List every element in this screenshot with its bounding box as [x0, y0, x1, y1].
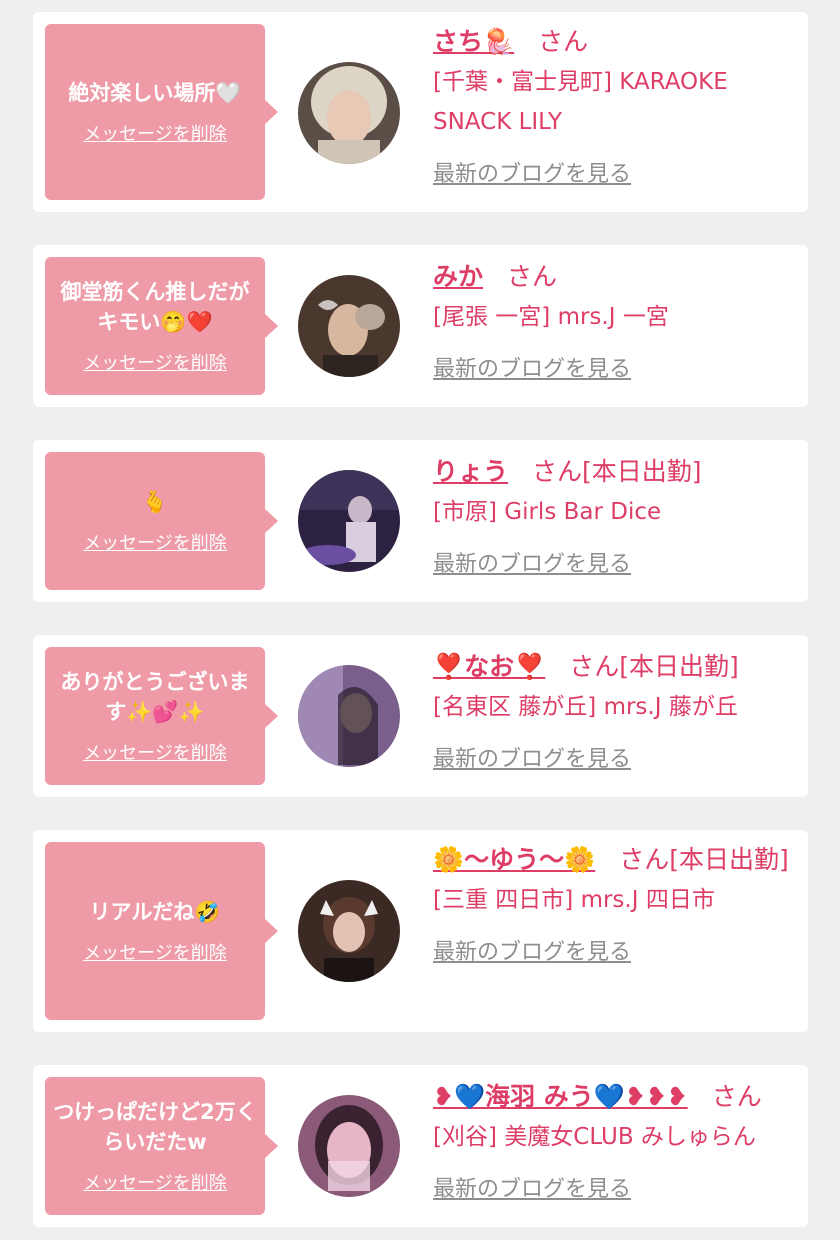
message-text: 🫰: [141, 490, 169, 514]
cast-name-link[interactable]: りょう: [433, 457, 508, 486]
avatar[interactable]: [298, 62, 400, 164]
name-suffix: さん[本日出勤]: [569, 652, 739, 681]
favorites-list: 絶対楽しい場所🤍 メッセージを削除 さち🪼 さん [千葉・富士見町] KARAOK…: [0, 0, 840, 1240]
cast-info: 🌼〜ゆう〜🌼 さん[本日出勤] [三重 四日市] mrs.J 四日市 最新のブログ…: [433, 840, 794, 966]
avatar[interactable]: [298, 665, 400, 767]
delete-message-link[interactable]: メッセージを削除: [83, 120, 227, 146]
cast-info: りょう さん[本日出勤] [市原] Girls Bar Dice 最新のブログを見…: [433, 452, 794, 578]
latest-blog-link[interactable]: 最新のブログを見る: [433, 351, 631, 383]
delete-message-link[interactable]: メッセージを削除: [83, 1169, 227, 1195]
avatar[interactable]: [298, 470, 400, 572]
shop-info: [尾張 一宮] mrs.J 一宮: [433, 304, 669, 330]
favorite-card: つけっぱだけど2万くらいだたw メッセージを削除 ❥💙海羽 みう💙❥❥❥ さん […: [33, 1065, 808, 1227]
latest-blog-link[interactable]: 最新のブログを見る: [433, 156, 631, 188]
latest-blog-link[interactable]: 最新のブログを見る: [433, 546, 631, 578]
name-suffix: さん: [711, 1082, 762, 1111]
message-text: 絶対楽しい場所🤍: [68, 81, 242, 105]
cast-info: みか さん [尾張 一宮] mrs.J 一宮 最新のブログを見る: [433, 257, 794, 383]
avatar[interactable]: [298, 275, 400, 377]
shop-info: [三重 四日市] mrs.J 四日市: [433, 887, 715, 913]
shop-info: [千葉・富士見町] KARAOKE SNACK LILY: [433, 69, 728, 135]
cast-info: ❣️なお❣️ さん[本日出勤] [名東区 藤が丘] mrs.J 藤が丘 最新のブロ…: [433, 647, 794, 773]
shop-info: [刈谷] 美魔女CLUB みしゅらん: [433, 1124, 756, 1150]
cast-info: さち🪼 さん [千葉・富士見町] KARAOKE SNACK LILY 最新のブロ…: [433, 22, 794, 188]
cast-name-link[interactable]: みか: [433, 262, 483, 291]
shop-info: [名東区 藤が丘] mrs.J 藤が丘: [433, 694, 738, 720]
favorite-card: 御堂筋くん推しだがキモい🤭❤️ メッセージを削除 みか さん [尾張 一宮] mr…: [33, 245, 808, 407]
delete-message-link[interactable]: メッセージを削除: [83, 529, 227, 555]
message-text: ありがとうございます✨💕✨: [60, 670, 250, 724]
cast-name-link[interactable]: ❣️なお❣️: [433, 652, 545, 681]
latest-blog-link[interactable]: 最新のブログを見る: [433, 741, 631, 773]
avatar[interactable]: [298, 1095, 400, 1197]
cast-name-link[interactable]: 🌼〜ゆう〜🌼: [433, 845, 595, 874]
latest-blog-link[interactable]: 最新のブログを見る: [433, 934, 631, 966]
latest-blog-link[interactable]: 最新のブログを見る: [433, 1171, 631, 1203]
cast-name-link[interactable]: さち🪼: [433, 27, 514, 56]
name-suffix: さん: [538, 27, 589, 56]
delete-message-link[interactable]: メッセージを削除: [83, 939, 227, 965]
favorite-card: リアルだね🤣 メッセージを削除 🌼〜ゆう〜🌼 さん[本日出勤] [三重 四日市] …: [33, 830, 808, 1032]
message-bubble: ありがとうございます✨💕✨ メッセージを削除: [45, 647, 278, 785]
message-text: 御堂筋くん推しだがキモい🤭❤️: [60, 280, 250, 334]
favorite-card: 絶対楽しい場所🤍 メッセージを削除 さち🪼 さん [千葉・富士見町] KARAOK…: [33, 12, 808, 212]
delete-message-link[interactable]: メッセージを削除: [83, 349, 227, 375]
message-bubble: 絶対楽しい場所🤍 メッセージを削除: [45, 24, 278, 200]
name-suffix: さん: [507, 262, 558, 291]
message-text: つけっぱだけど2万くらいだたw: [53, 1100, 257, 1154]
avatar[interactable]: [298, 880, 400, 982]
favorite-card: ありがとうございます✨💕✨ メッセージを削除 ❣️なお❣️ さん[本日出勤] [名…: [33, 635, 808, 797]
name-suffix: さん[本日出勤]: [619, 845, 789, 874]
shop-info: [市原] Girls Bar Dice: [433, 499, 662, 525]
message-bubble: リアルだね🤣 メッセージを削除: [45, 842, 278, 1020]
name-suffix: さん[本日出勤]: [532, 457, 702, 486]
message-bubble: つけっぱだけど2万くらいだたw メッセージを削除: [45, 1077, 278, 1215]
cast-name-link[interactable]: ❥💙海羽 みう💙❥❥❥: [433, 1082, 688, 1111]
message-bubble: 御堂筋くん推しだがキモい🤭❤️ メッセージを削除: [45, 257, 278, 395]
cast-info: ❥💙海羽 みう💙❥❥❥ さん [刈谷] 美魔女CLUB みしゅらん 最新のブログを…: [433, 1077, 794, 1203]
delete-message-link[interactable]: メッセージを削除: [83, 739, 227, 765]
message-bubble: 🫰 メッセージを削除: [45, 452, 278, 590]
favorite-card: 🫰 メッセージを削除 りょう さん[本日出勤] [市原] Girls Bar Di…: [33, 440, 808, 602]
message-text: リアルだね🤣: [89, 900, 221, 924]
